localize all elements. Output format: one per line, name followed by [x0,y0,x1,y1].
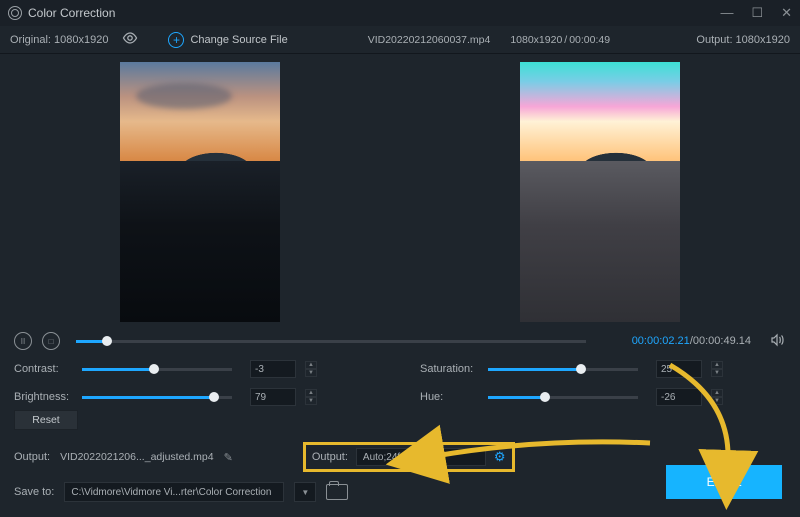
hue-label: Hue: [420,391,480,403]
transport-bar: II □ 00:00:02.21/00:00:49.14 [0,328,800,354]
source-filename: VID20220212060037.mp4 [368,34,491,46]
brightness-up[interactable]: ▲ [305,389,317,397]
plus-icon: + [168,32,184,48]
hue-slider[interactable] [488,396,638,399]
original-resolution-label: Original: 1080x1920 [10,34,108,46]
saturation-slider[interactable] [488,368,638,371]
contrast-label: Contrast: [14,363,74,375]
pause-button[interactable]: II [14,332,32,350]
gear-icon[interactable]: ⚙ [494,449,506,465]
output-format-label: Output: [312,451,348,463]
brightness-down[interactable]: ▼ [305,397,317,405]
hue-down[interactable]: ▼ [711,397,723,405]
titlebar: Color Correction — ☐ ✕ [0,0,800,26]
contrast-down[interactable]: ▼ [305,369,317,377]
minimize-button[interactable]: — [720,5,733,21]
file-meta: VID20220212060037.mp4 1080x1920 / 00:00:… [368,34,610,46]
change-source-button[interactable]: + Change Source File [168,32,287,48]
preview-toggle-icon[interactable] [122,32,138,47]
contrast-slider[interactable] [82,368,232,371]
hue-up[interactable]: ▲ [711,389,723,397]
preview-area [0,54,800,328]
seek-thumb[interactable] [102,336,112,346]
info-bar: Original: 1080x1920 + Change Source File… [0,26,800,54]
output-format-value[interactable]: Auto;24fps [356,448,486,466]
window-title: Color Correction [28,6,115,20]
change-source-label: Change Source File [190,34,287,46]
close-button[interactable]: ✕ [781,5,792,21]
corrected-preview [520,62,680,322]
brightness-label: Brightness: [14,391,74,403]
stop-button[interactable]: □ [42,332,60,350]
save-path-field[interactable]: C:\Vidmore\Vidmore Vi...rter\Color Corre… [64,482,284,502]
reset-button[interactable]: Reset [14,410,78,430]
saturation-down[interactable]: ▼ [711,369,723,377]
hue-row: Hue: -26 ▲▼ [420,388,786,406]
hue-value[interactable]: -26 [656,388,702,406]
contrast-value[interactable]: -3 [250,360,296,378]
brightness-value[interactable]: 79 [250,388,296,406]
save-path-dropdown[interactable]: ▼ [294,482,316,502]
source-resolution: 1080x1920 [510,34,562,46]
maximize-button[interactable]: ☐ [751,5,763,21]
contrast-up[interactable]: ▲ [305,361,317,369]
output-format-highlight: Output: Auto;24fps ⚙ [303,442,515,472]
app-icon [8,6,22,20]
export-button[interactable]: Export [666,465,782,499]
time-display: 00:00:02.21/00:00:49.14 [632,335,751,347]
contrast-row: Contrast: -3 ▲▼ [14,360,380,378]
output-label: Output: [14,451,50,463]
saturation-label: Saturation: [420,363,480,375]
output-filename: VID2022021206..._adjusted.mp4 [60,451,214,463]
open-folder-icon[interactable] [326,484,348,500]
original-preview [120,62,280,322]
volume-icon[interactable] [771,333,786,350]
duration-sep: / [564,34,567,46]
window-controls: — ☐ ✕ [720,5,792,21]
adjustment-sliders: Contrast: -3 ▲▼ Saturation: 25 ▲▼ Bright… [0,354,800,408]
saturation-value[interactable]: 25 [656,360,702,378]
total-time: 00:00:49.14 [693,335,751,347]
source-duration: 00:00:49 [569,34,610,46]
saturation-up[interactable]: ▲ [711,361,723,369]
saturation-row: Saturation: 25 ▲▼ [420,360,786,378]
output-resolution-label: Output: 1080x1920 [696,34,790,46]
save-to-label: Save to: [14,486,54,498]
brightness-slider[interactable] [82,396,232,399]
brightness-row: Brightness: 79 ▲▼ [14,388,380,406]
edit-output-name-icon[interactable]: ✎ [224,451,233,464]
seek-slider[interactable] [76,340,586,343]
current-time: 00:00:02.21 [632,335,690,347]
